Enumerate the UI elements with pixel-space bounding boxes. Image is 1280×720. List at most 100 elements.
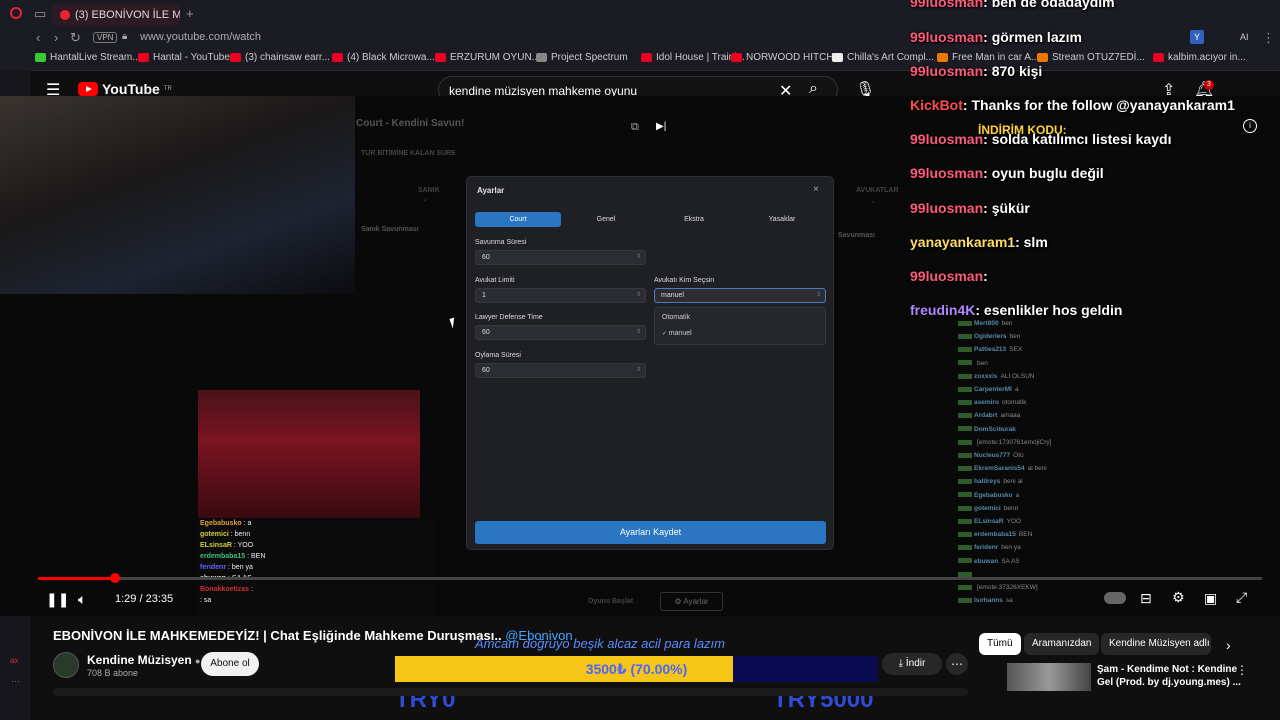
- youtube-tab-icon: [60, 10, 70, 20]
- bookmark-item[interactable]: Free Man in car A...: [937, 52, 1039, 63]
- channel-name[interactable]: Kendine Müzisyen ●: [87, 653, 200, 667]
- stepper-icon[interactable]: ⇕: [636, 326, 641, 339]
- channel-name-text: Kendine Müzisyen: [87, 653, 192, 667]
- bookmark-item[interactable]: Project Spectrum: [536, 52, 628, 63]
- side-chat-line: Egebabusko a: [958, 490, 1019, 501]
- side-chat-line: [emote:37326XEKW]: [958, 582, 1038, 593]
- start-game-button[interactable]: Oyunu Başlat: [588, 598, 633, 605]
- profile-avatar[interactable]: Y: [1190, 30, 1204, 44]
- sidebar-app-icon[interactable]: ax: [10, 656, 18, 665]
- stream-chat-msg: sa: [203, 597, 212, 604]
- ai-button[interactable]: AI: [1240, 32, 1249, 42]
- bookmark-icon: [230, 53, 241, 62]
- chip-all[interactable]: Tümü: [979, 633, 1021, 655]
- forward-icon[interactable]: ›: [54, 30, 58, 45]
- bookmark-item[interactable]: Idol House | Traini...: [641, 52, 745, 63]
- stream-chat-user: Egebabusko: [200, 520, 242, 527]
- stream-chat-msg: YOO: [237, 542, 254, 549]
- youtube-logo[interactable]: YouTube TR: [78, 81, 172, 97]
- youtube-logo-text: YouTube: [102, 81, 160, 97]
- captions-icon[interactable]: ⊟: [1140, 590, 1152, 607]
- miniplayer-icon[interactable]: ▣: [1204, 590, 1217, 607]
- side-chat-line: ben: [958, 358, 988, 369]
- progress-bar[interactable]: [38, 573, 1262, 583]
- bookmark-item[interactable]: (4) Black Microwa...: [332, 52, 435, 63]
- vpn-badge[interactable]: VPN: [93, 32, 118, 43]
- guest-webcam: [198, 390, 420, 518]
- save-settings-button[interactable]: Ayarları Kaydet: [475, 521, 826, 544]
- stream-chat-user: gotemici: [200, 531, 229, 538]
- avukat-kim-select[interactable]: manuel ⇕: [654, 288, 826, 303]
- stream-chat-line: Bonakkoetizas :: [200, 584, 436, 595]
- bookmark-item[interactable]: ERZURUM OYUN...: [435, 52, 540, 63]
- game-next-icon[interactable]: ▶|: [656, 121, 666, 132]
- more-actions-icon[interactable]: ⋯: [946, 653, 968, 675]
- stepper-icon[interactable]: ⇕: [636, 364, 641, 377]
- avukat-limit-input[interactable]: 1 ⇕: [475, 288, 646, 303]
- recommended-menu-icon[interactable]: ⋮: [1236, 663, 1248, 677]
- option-manuel[interactable]: ✓ manuel: [662, 330, 692, 337]
- overlay-chat-line: 99luosman: şükür: [910, 200, 1030, 216]
- side-chat-user: erdembaba15: [974, 531, 1016, 539]
- separator: :: [983, 131, 992, 147]
- savunma-input[interactable]: 60 ⇕: [475, 250, 646, 265]
- subscribe-button[interactable]: Abone ol: [201, 652, 259, 676]
- chip-from-search[interactable]: Aramanızdan: [1024, 633, 1100, 655]
- oylama-input[interactable]: 60 ⇕: [475, 363, 646, 378]
- lawyer-def-value: 60: [482, 329, 490, 336]
- back-icon[interactable]: ‹: [36, 30, 40, 45]
- download-button[interactable]: ⤓ İndir: [882, 653, 942, 675]
- reload-icon[interactable]: ↻: [70, 30, 81, 46]
- volume-icon[interactable]: 🔈︎: [78, 591, 86, 608]
- side-chat-msg: Oto: [1013, 452, 1024, 459]
- tab-ekstra[interactable]: Ekstra: [651, 212, 737, 227]
- channel-avatar[interactable]: [53, 652, 79, 678]
- stepper-icon[interactable]: ⇕: [636, 289, 641, 302]
- badge-icon: [958, 452, 972, 458]
- tab-court[interactable]: Court: [475, 212, 561, 227]
- info-icon[interactable]: i: [1243, 119, 1257, 133]
- badge-icon: [958, 558, 972, 564]
- side-chat-msg: benn: [1003, 504, 1019, 512]
- url-field[interactable]: www.youtube.com/watch: [140, 31, 261, 43]
- bookmark-item[interactable]: Stream OTUZ7EDİ...: [1037, 52, 1145, 63]
- tab-yasaklar[interactable]: Yasaklar: [739, 212, 825, 227]
- fullscreen-icon[interactable]: ⤢: [1236, 589, 1247, 606]
- bookmark-item[interactable]: NORWOOD HITCH...: [731, 52, 842, 63]
- game-settings-button[interactable]: ⚙ Ayarlar: [660, 592, 723, 611]
- recommended-thumbnail[interactable]: [1007, 663, 1091, 691]
- settings-gear-icon[interactable]: ⚙: [1172, 589, 1185, 606]
- new-tab-button[interactable]: +: [186, 6, 194, 21]
- badge-icon: [958, 518, 972, 524]
- sidebar-more-icon[interactable]: ···: [11, 676, 20, 686]
- tab-menu-icon[interactable]: ▭: [34, 6, 46, 22]
- savunma-label: Savunma Süresi: [475, 239, 527, 246]
- bookmark-item[interactable]: HantalLive Stream...: [35, 52, 141, 63]
- option-otomatik[interactable]: Otomatik: [662, 314, 690, 321]
- stepper-icon[interactable]: ⇕: [636, 251, 641, 264]
- tab-genel[interactable]: Genel: [563, 212, 649, 227]
- side-chat-line: CarpenterMl a: [958, 384, 1019, 395]
- pause-icon[interactable]: ❚❚: [46, 591, 69, 608]
- bookmark-item[interactable]: Hantal - YouTube: [138, 52, 230, 63]
- overlay-chat-user: 99luosman: [910, 0, 984, 10]
- opera-logo-icon[interactable]: [10, 7, 22, 19]
- badge-icon: [958, 333, 972, 339]
- chip-channel[interactable]: Kendine Müzisyen adlı y: [1101, 633, 1211, 655]
- overlay-chat-user: freudin4K: [910, 302, 976, 318]
- bookmark-item[interactable]: (3) chainsaw earr...: [230, 52, 330, 63]
- active-tab[interactable]: (3) EBONİVON İLE MA: [52, 4, 180, 26]
- recommended-title[interactable]: Şam - Kendime Not : Kendine Gel (Prod. b…: [1097, 663, 1241, 689]
- separator: :: [983, 63, 992, 79]
- bookmark-item[interactable]: Chilla's Art Compl...: [832, 52, 934, 63]
- bookmark-item[interactable]: kalbim.acıyor in...: [1153, 52, 1246, 63]
- side-chat-msg: al beni: [1027, 465, 1047, 473]
- game-copy-icon[interactable]: ⧉: [631, 121, 639, 134]
- browser-menu-icon[interactable]: ⋮: [1262, 30, 1275, 46]
- overlay-chat-line: yanayankaram1: slm: [910, 234, 1048, 250]
- badge-icon: [958, 373, 972, 379]
- lawyer-def-input[interactable]: 60 ⇕: [475, 325, 646, 340]
- close-icon[interactable]: ×: [813, 184, 819, 195]
- autoplay-toggle[interactable]: [1104, 592, 1126, 604]
- chips-next-icon[interactable]: ›: [1226, 637, 1231, 653]
